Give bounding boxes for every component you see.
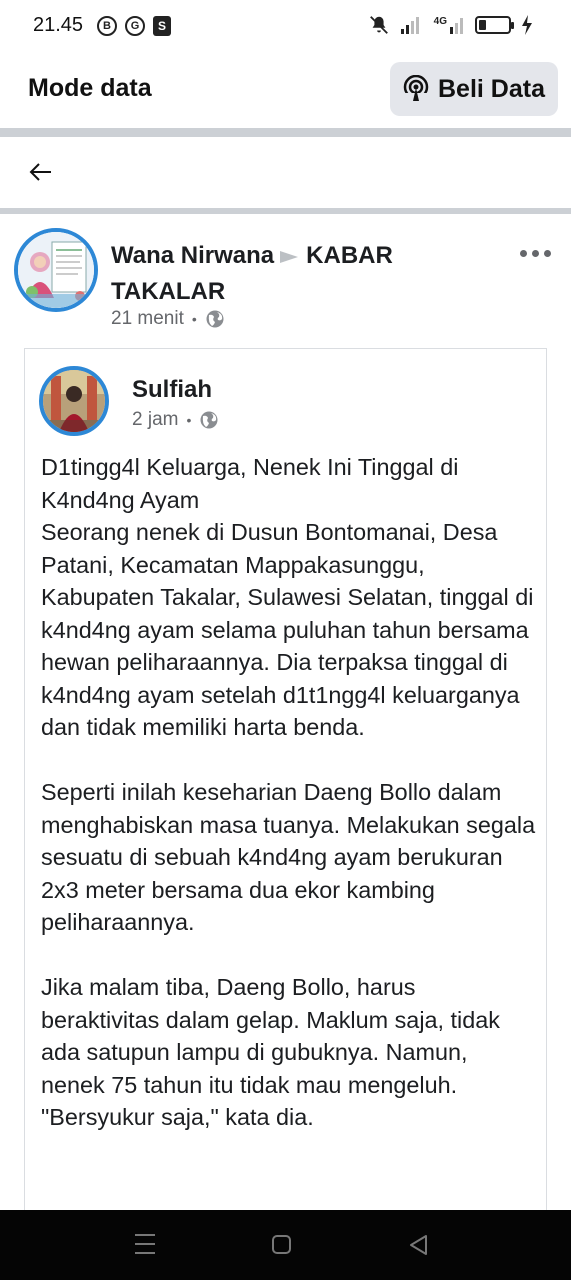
author-avatar[interactable] [14,228,98,312]
post-meta: 21 menit • [111,308,225,330]
back-arrow-icon [29,163,51,181]
avatar-image [43,370,105,432]
broadcast-icon [402,75,430,103]
post-paragraph: Seperti inilah keseharian Daeng Bollo da… [41,779,536,935]
status-time: 21.45 [33,14,84,36]
signal-icon [400,17,419,34]
divider [0,128,571,137]
network-4g-icon: 4G [434,15,465,35]
navigation-row [0,137,571,208]
post-author-name[interactable]: Wana Nirwana [111,242,274,269]
post-paragraph: Jika malam tiba, Daeng Bollo, harus bera… [41,974,500,1130]
meta-separator: • [186,412,192,428]
data-mode-header: Mode data Beli Data [0,52,571,128]
globe-icon [206,310,224,328]
shared-post-card[interactable]: Sulfiah 2 jam • D1tingg4l Keluarga, Nene… [24,348,547,1210]
charging-icon [522,15,532,35]
system-status-icons: 4G [368,14,533,36]
post-header-text: Wana Nirwana KABAR TAKALAR [111,238,511,310]
shared-post-time[interactable]: 2 jam [132,409,178,431]
g-app-icon: G [125,16,145,36]
notification-icons: B G S [97,16,171,36]
globe-icon [200,411,218,429]
signal-bars-icon [450,18,463,34]
feed-post: Wana Nirwana KABAR TAKALAR 21 menit • Sul… [0,214,571,1210]
shared-author-avatar[interactable] [39,366,109,436]
home-icon[interactable] [272,1235,291,1254]
network-label: 4G [433,16,447,27]
post-body: D1tingg4l Keluarga, Nenek Ini Tinggal di… [41,451,536,1166]
battery-icon [475,16,514,34]
recents-icon[interactable] [135,1234,155,1254]
page-title: Mode data [28,74,152,102]
shared-author-name[interactable]: Sulfiah [132,376,212,404]
back-button[interactable] [26,157,56,187]
share-arrow-icon [280,250,299,263]
system-back-icon[interactable] [408,1234,428,1256]
more-options-icon[interactable] [520,250,551,257]
buy-data-button[interactable]: Beli Data [390,62,558,116]
shopee-icon: S [153,16,171,36]
status-bar: 21.45 B G S 4G [0,0,571,52]
meta-separator: • [191,311,197,327]
shared-post-meta: 2 jam • [132,409,219,431]
b-app-icon: B [97,16,117,36]
system-navigation-bar [0,1210,571,1280]
post-paragraph: D1tingg4l Keluarga, Nenek Ini Tinggal di… [41,454,534,740]
post-time[interactable]: 21 menit [111,308,184,330]
buy-data-label: Beli Data [438,74,545,103]
avatar-image [18,232,94,308]
mute-icon [369,16,388,34]
